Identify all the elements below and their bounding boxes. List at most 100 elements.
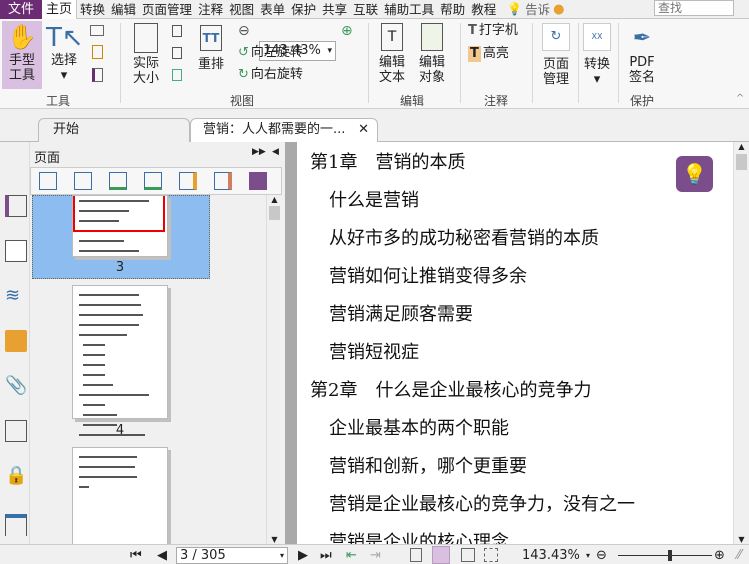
attachments-icon[interactable]: 📎 [5,375,27,397]
file-menu[interactable]: 文件 [0,0,42,19]
actual-size-button[interactable]: 实际 大小 [128,23,164,86]
menu-item[interactable]: 教程 [468,0,499,19]
toc-entry[interactable]: 从好市多的成功秘密看营销的本质 [329,224,599,250]
zoom-slider-thumb[interactable] [667,550,672,561]
page-properties-icon[interactable] [249,172,267,190]
previous-view-icon[interactable]: ⇤ [346,548,357,563]
highlight-button[interactable]: T 高亮 [468,46,509,62]
pdf-sign-button[interactable]: ✒ PDF 签名 [622,23,662,85]
continuous-page-icon[interactable] [432,546,450,564]
thumbnail-scrollbar[interactable]: ▲ ▼ [266,195,282,544]
enlarge-thumbnail-icon[interactable] [39,172,57,190]
fit-page-icon[interactable] [172,25,182,37]
edit-object-button[interactable]: 编辑 对象 [412,23,452,85]
menu-item[interactable]: 页面管理 [139,0,195,19]
content-icon[interactable] [5,514,27,536]
clipboard-icon[interactable] [92,45,103,59]
rotate-page-right-icon[interactable] [144,172,162,190]
toc-entry[interactable]: 什么是营销 [329,186,419,212]
hand-tool-button[interactable]: ✋ 手型 工具 [2,21,42,89]
insert-page-icon[interactable] [179,172,197,190]
next-view-icon[interactable]: ⇥ [370,548,381,563]
first-page-button[interactable]: ⏮ [130,548,142,563]
reflow-button[interactable]: TT 重排 [194,25,228,72]
continuous-facing-icon[interactable] [484,548,498,562]
zoom-in-icon[interactable]: ⊕ [341,23,353,39]
thumbnail-page-5[interactable] [72,447,168,544]
thumbnail-page-4[interactable] [72,285,168,436]
page-number-input[interactable]: 3 / 305 ▾ [176,547,288,564]
toc-entry[interactable]: 企业最基本的两个职能 [329,414,509,440]
select-button[interactable]: T↖ 选择 ▾ [46,23,84,83]
last-page-button[interactable]: ⏭ [320,548,332,563]
zoom-out-button[interactable]: ⊖ [596,548,607,563]
comments-icon[interactable] [5,330,27,352]
pages-icon[interactable] [5,240,27,262]
menu-item[interactable]: 共享 [319,0,350,19]
menu-item[interactable]: 帮助 [437,0,468,19]
convert-button[interactable]: XX 转换 ▾ [580,23,614,87]
convert-icon: XX [583,23,611,51]
menu-item[interactable]: 互联 [350,0,381,19]
prev-page-button[interactable]: ◀ [157,548,167,563]
toc-entry[interactable]: 营销是企业的核心理念 [329,528,509,544]
menu-item[interactable]: 辅助工具 [381,0,437,19]
tab-document[interactable]: 营销：人人都需要的一... ✕ [190,118,378,142]
single-page-icon[interactable] [410,548,422,562]
resize-grip-icon[interactable]: ⁄⁄ [737,548,741,563]
next-page-button[interactable]: ▶ [298,548,308,563]
zoom-in-button[interactable]: ⊕ [714,548,725,563]
toc-chapter[interactable]: 第1章 营销的本质 [310,148,465,174]
rotate-page-left-icon[interactable] [109,172,127,190]
expand-panel-icon[interactable]: ▶▶ [252,147,266,157]
typewriter-button[interactable]: T 打字机 [468,23,518,39]
rotate-left-button[interactable]: ↺ 向左旋转 [238,45,303,61]
menu-home[interactable]: 主页 [42,0,78,19]
collapse-panel-icon[interactable]: ◀ [272,147,279,157]
menu-item[interactable]: 表单 [257,0,288,19]
zoom-out-icon[interactable]: ⊖ [238,23,250,39]
panel-splitter[interactable] [285,142,297,544]
thumbnail-page-3[interactable] [72,195,168,257]
menu-item[interactable]: 注释 [195,0,226,19]
menu-item[interactable]: 编辑 [108,0,139,19]
delete-page-icon[interactable] [214,172,232,190]
zoom-dropdown-icon[interactable]: ▾ [586,551,590,560]
snapshot-icon[interactable] [90,25,104,36]
signature-icon[interactable] [5,420,27,442]
toc-entry[interactable]: 营销和创新，哪个更重要 [329,452,527,478]
lock-icon[interactable]: 🔒 [5,465,27,487]
zoom-slider[interactable] [618,550,712,561]
location-icon[interactable]: ● [553,2,564,17]
zoom-level[interactable]: 143.43% [522,548,580,563]
search-input[interactable] [654,0,734,16]
bookmark-icon[interactable] [92,68,103,82]
edit-text-button[interactable]: T 编辑 文本 [374,23,410,85]
tell-me[interactable]: 告诉 [522,0,553,19]
pen-icon: ✒ [632,26,652,51]
tab-start[interactable]: 开始 [38,118,190,142]
reduce-thumbnail-icon[interactable] [74,172,92,190]
menu-item[interactable]: 转换 [77,0,108,19]
collapse-ribbon-icon[interactable]: ^ [736,93,744,104]
fit-width-icon[interactable] [172,47,182,59]
ribbon: ✋ 手型 工具 T↖ 选择 ▾ 工具 实际 大小 TT 重排 ⊖ 143.43% ▾… [0,19,749,109]
page-manage-icon: ↻ [542,23,570,51]
page-manage-button[interactable]: ↻ 页面 管理 [536,23,576,87]
pages-panel: 页面 ▶▶ ◀ 3 4 ▲ ▼ [30,142,285,544]
lightbulb-tip-button[interactable]: 💡 [676,156,713,192]
fit-visible-icon[interactable] [172,69,182,81]
toc-entry[interactable]: 营销如何让推销变得多余 [329,262,527,288]
facing-page-icon[interactable] [461,548,475,562]
toc-entry[interactable]: 营销满足顾客需要 [329,300,473,326]
rotate-right-button[interactable]: ↻ 向右旋转 [238,67,303,83]
layers-icon[interactable]: ≋ [5,285,27,307]
toc-chapter[interactable]: 第2章 什么是企业最核心的竞争力 [310,376,591,402]
close-tab-icon[interactable]: ✕ [358,119,369,141]
menu-item[interactable]: 保护 [288,0,319,19]
bookmarks-icon[interactable] [5,195,27,217]
menu-item[interactable]: 视图 [226,0,257,19]
toc-entry[interactable]: 营销是企业最核心的竞争力，没有之一 [329,490,635,516]
toc-entry[interactable]: 营销短视症 [329,338,419,364]
document-scrollbar[interactable]: ▲ ▼ [733,142,749,544]
